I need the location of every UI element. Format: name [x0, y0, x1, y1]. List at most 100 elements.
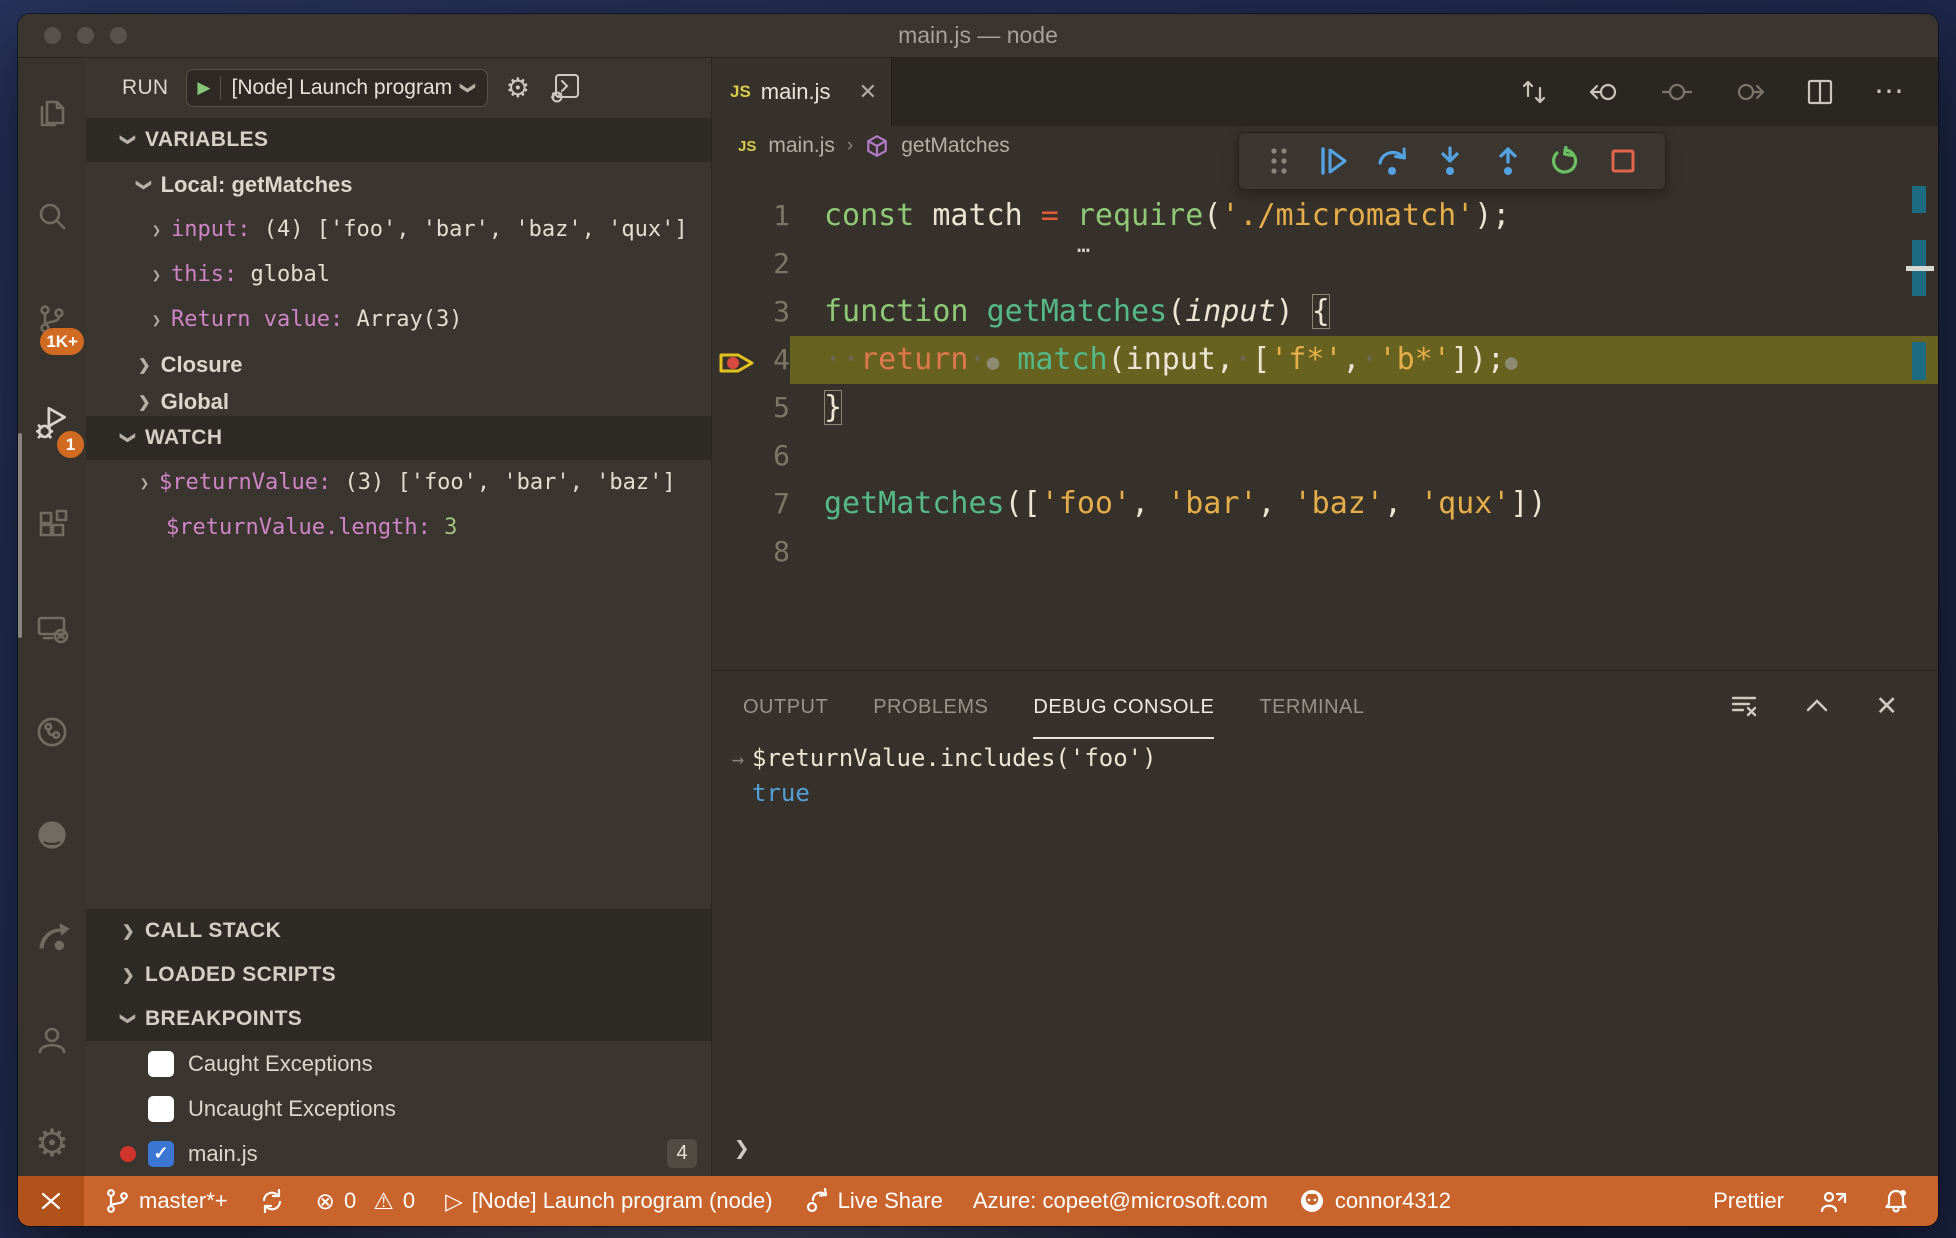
restart-button[interactable]	[1550, 146, 1580, 176]
code-line[interactable]: 5}	[712, 384, 1938, 432]
breakpoints-section-header[interactable]: ❯ BREAKPOINTS	[86, 997, 711, 1041]
tab-terminal[interactable]: TERMINAL	[1259, 674, 1364, 739]
clear-console-icon[interactable]	[1729, 692, 1759, 720]
breadcrumb-file[interactable]: main.js	[768, 134, 835, 158]
sidebar-item-share-extension[interactable]	[18, 886, 86, 989]
tab-debug-console[interactable]: DEBUG CONSOLE	[1033, 674, 1215, 739]
notifications-bell-icon[interactable]	[1882, 1187, 1910, 1215]
step-out-button[interactable]	[1493, 146, 1523, 176]
debug-console-content[interactable]: → $returnValue.includes('foo') true	[712, 741, 1938, 810]
code-line-text[interactable]: getMatches(['foo', 'bar', 'baz', 'qux'])	[790, 480, 1938, 528]
extensions-icon	[39, 509, 68, 536]
sidebar-item-explorer[interactable]	[18, 62, 86, 165]
sidebar-item-settings[interactable]: ⚙	[18, 1092, 86, 1195]
continue-button[interactable]	[1318, 146, 1348, 176]
close-panel-icon[interactable]: ✕	[1875, 691, 1898, 722]
sidebar-item-remote-explorer[interactable]	[18, 577, 86, 680]
code-line[interactable]: 7 getMatches(['foo', 'bar', 'baz', 'qux']…	[712, 480, 1938, 528]
reverse-continue-icon[interactable]	[1588, 76, 1622, 108]
code-line-text[interactable]	[790, 432, 1938, 480]
sidebar-item-extensions[interactable]	[18, 474, 86, 577]
breadcrumb-symbol[interactable]: getMatches	[901, 134, 1010, 158]
tab-output[interactable]: OUTPUT	[743, 674, 828, 739]
breakpoint-gutter[interactable]	[718, 297, 762, 327]
code-line-text[interactable]: function getMatches(input) {	[790, 288, 1938, 336]
stop-button[interactable]	[1608, 146, 1638, 176]
breakpoint-row-mainjs[interactable]: ✓ main.js 4	[86, 1131, 711, 1176]
launch-config-dropdown[interactable]: ▶ [Node] Launch program ❯	[186, 69, 488, 107]
scope-local-row[interactable]: ❯ Local: getMatches	[86, 162, 711, 207]
breakpoint-gutter[interactable]	[718, 441, 762, 471]
step-back-icon[interactable]	[1660, 76, 1694, 108]
code-line[interactable]: 6	[712, 432, 1938, 480]
breakpoint-gutter[interactable]	[718, 249, 762, 279]
activity-scroll-indicator[interactable]	[18, 433, 22, 638]
live-share-status[interactable]: Live Share	[803, 1187, 943, 1215]
code-line-text[interactable]: const match = require('./micromatch');	[790, 192, 1938, 240]
watch-section-header[interactable]: ❯ WATCH	[86, 416, 711, 460]
feedback-icon[interactable]	[1818, 1187, 1848, 1215]
watch-row-return-value[interactable]: ❯ $returnValue: (3) ['foo', 'bar', 'baz'…	[86, 460, 711, 505]
variable-row-return-value[interactable]: ❯ Return value: Array(3)	[86, 297, 711, 342]
loaded-scripts-section-header[interactable]: ❯ LOADED SCRIPTS	[86, 953, 711, 997]
problems-status[interactable]: ⊗ 0 ⚠ 0	[316, 1188, 415, 1214]
azure-account-status[interactable]: Azure: copeet@microsoft.com	[973, 1188, 1268, 1214]
code-line[interactable]: 1 const match = require('./micromatch');…	[712, 192, 1938, 258]
call-stack-section-header[interactable]: ❯ CALL STACK	[86, 909, 711, 953]
code-line[interactable]: 2	[712, 240, 1938, 288]
step-into-button[interactable]	[1435, 146, 1465, 176]
start-debug-icon[interactable]: ▶	[197, 78, 210, 98]
watch-row-length[interactable]: $returnValue.length: 3	[86, 505, 711, 550]
code-line-text[interactable]: ··return·● match(input,·['f*',·'b*']);●	[790, 336, 1938, 384]
debug-session-status[interactable]: ▷ [Node] Launch program (node)	[445, 1188, 773, 1214]
checkbox-unchecked[interactable]	[148, 1095, 174, 1122]
breakpoint-gutter[interactable]	[718, 537, 762, 567]
open-changes-icon[interactable]	[1518, 76, 1550, 108]
variable-name: this:	[171, 262, 251, 287]
code-line-text[interactable]: }	[790, 384, 1938, 432]
console-prompt-icon[interactable]: ❯	[734, 1134, 750, 1164]
sidebar-item-accounts[interactable]	[18, 989, 86, 1092]
breakpoint-row-caught[interactable]: Caught Exceptions	[86, 1041, 711, 1086]
sidebar-item-source-control[interactable]: 1K+	[18, 268, 86, 371]
sidebar-item-github[interactable]	[18, 783, 86, 886]
window-title: main.js — node	[898, 22, 1058, 48]
sidebar-item-run-debug[interactable]: 1	[18, 371, 86, 474]
overview-ruler-cursor	[1906, 266, 1934, 271]
close-tab-icon[interactable]: ✕	[859, 79, 877, 105]
breakpoint-row-uncaught[interactable]: Uncaught Exceptions	[86, 1086, 711, 1131]
checkbox-unchecked[interactable]	[148, 1050, 174, 1077]
code-lines: 1 const match = require('./micromatch');……	[712, 192, 1938, 576]
code-line[interactable]: 4 ··return·● match(input,·['f*',·'b*']);●	[712, 336, 1938, 384]
sidebar-item-search[interactable]	[18, 165, 86, 268]
code-line[interactable]: 3 function getMatches(input) {	[712, 288, 1938, 336]
breakpoint-gutter[interactable]	[718, 345, 762, 375]
split-editor-icon[interactable]	[1804, 76, 1836, 108]
sidebar-item-live-share[interactable]	[18, 680, 86, 783]
tab-problems[interactable]: PROBLEMS	[873, 674, 988, 739]
scope-global-row[interactable]: ❯ Global	[86, 387, 711, 416]
configure-gear-icon[interactable]: ⚙	[506, 74, 530, 102]
breakpoint-gutter[interactable]	[718, 489, 762, 519]
checkbox-checked[interactable]: ✓	[148, 1140, 174, 1167]
maximize-panel-icon[interactable]	[1803, 694, 1831, 718]
step-over-button[interactable]	[1376, 146, 1408, 176]
sync-status[interactable]	[258, 1187, 286, 1215]
github-account-status[interactable]: connor4312	[1298, 1187, 1451, 1215]
prettier-status[interactable]: Prettier	[1713, 1188, 1784, 1214]
breakpoint-gutter[interactable]	[718, 201, 762, 231]
code-editor[interactable]: 1 const match = require('./micromatch');……	[712, 166, 1938, 670]
breakpoint-gutter[interactable]	[718, 393, 762, 423]
variable-row-input[interactable]: ❯ input: (4) ['foo', 'bar', 'baz', 'qux'…	[86, 207, 711, 252]
scope-closure-row[interactable]: ❯ Closure	[86, 342, 711, 387]
variable-row-this[interactable]: ❯ this: global	[86, 252, 711, 297]
code-line-text[interactable]	[790, 528, 1938, 576]
toolbar-drag-grip-icon[interactable]	[1267, 146, 1291, 176]
git-branch-status[interactable]: master*+	[104, 1187, 228, 1215]
code-line-text[interactable]	[790, 240, 1938, 288]
code-line[interactable]: 8	[712, 528, 1938, 576]
tab-mainjs[interactable]: JS main.js ✕	[712, 58, 892, 126]
continue-forward-icon[interactable]	[1732, 76, 1766, 108]
variables-section-header[interactable]: ❯ VARIABLES	[86, 118, 711, 162]
debug-console-icon[interactable]	[548, 71, 582, 105]
